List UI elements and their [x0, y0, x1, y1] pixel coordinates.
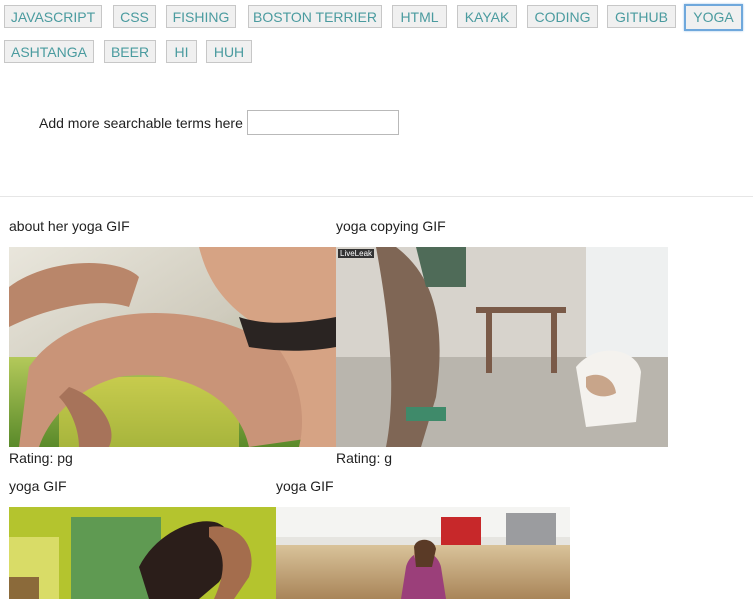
- tag-button-html[interactable]: HTML: [392, 5, 447, 28]
- tag-button-coding[interactable]: CODING: [527, 5, 598, 28]
- gif-image-about-her-yoga[interactable]: [9, 247, 336, 447]
- tag-button-fishing[interactable]: FISHING: [166, 5, 236, 28]
- tag-button-css[interactable]: CSS: [113, 5, 156, 28]
- tag-button-boston-terrier[interactable]: BOSTON TERRIER: [248, 5, 382, 28]
- gif-image-yoga-2[interactable]: [276, 507, 570, 599]
- gif-title: yoga GIF: [276, 478, 334, 494]
- tag-button-huh[interactable]: HUH: [206, 40, 252, 63]
- add-term-form: Add more searchable terms here: [39, 110, 399, 135]
- tag-button-beer[interactable]: BEER: [104, 40, 156, 63]
- tag-button-yoga[interactable]: YOGA: [684, 4, 743, 31]
- tag-button-kayak[interactable]: KAYAK: [457, 5, 517, 28]
- section-divider: [0, 196, 753, 197]
- gif-title: yoga GIF: [9, 478, 67, 494]
- gif-title: yoga copying GIF: [336, 218, 446, 234]
- gif-rating: Rating: pg: [9, 450, 73, 466]
- gif-image-yoga-1[interactable]: [9, 507, 276, 599]
- tag-button-github[interactable]: GITHUB: [607, 5, 676, 28]
- gif-image-yoga-copying[interactable]: LiveLeak: [336, 247, 668, 447]
- gif-title: about her yoga GIF: [9, 218, 130, 234]
- tag-button-hi[interactable]: HI: [166, 40, 197, 63]
- tag-button-javascript[interactable]: JAVASCRIPT: [4, 5, 102, 28]
- liveleak-watermark: LiveLeak: [338, 249, 375, 258]
- add-term-label: Add more searchable terms here: [39, 114, 243, 131]
- gif-rating: Rating: g: [336, 450, 393, 466]
- tag-button-ashtanga[interactable]: ASHTANGA: [4, 40, 94, 63]
- add-term-input[interactable]: [246, 110, 399, 135]
